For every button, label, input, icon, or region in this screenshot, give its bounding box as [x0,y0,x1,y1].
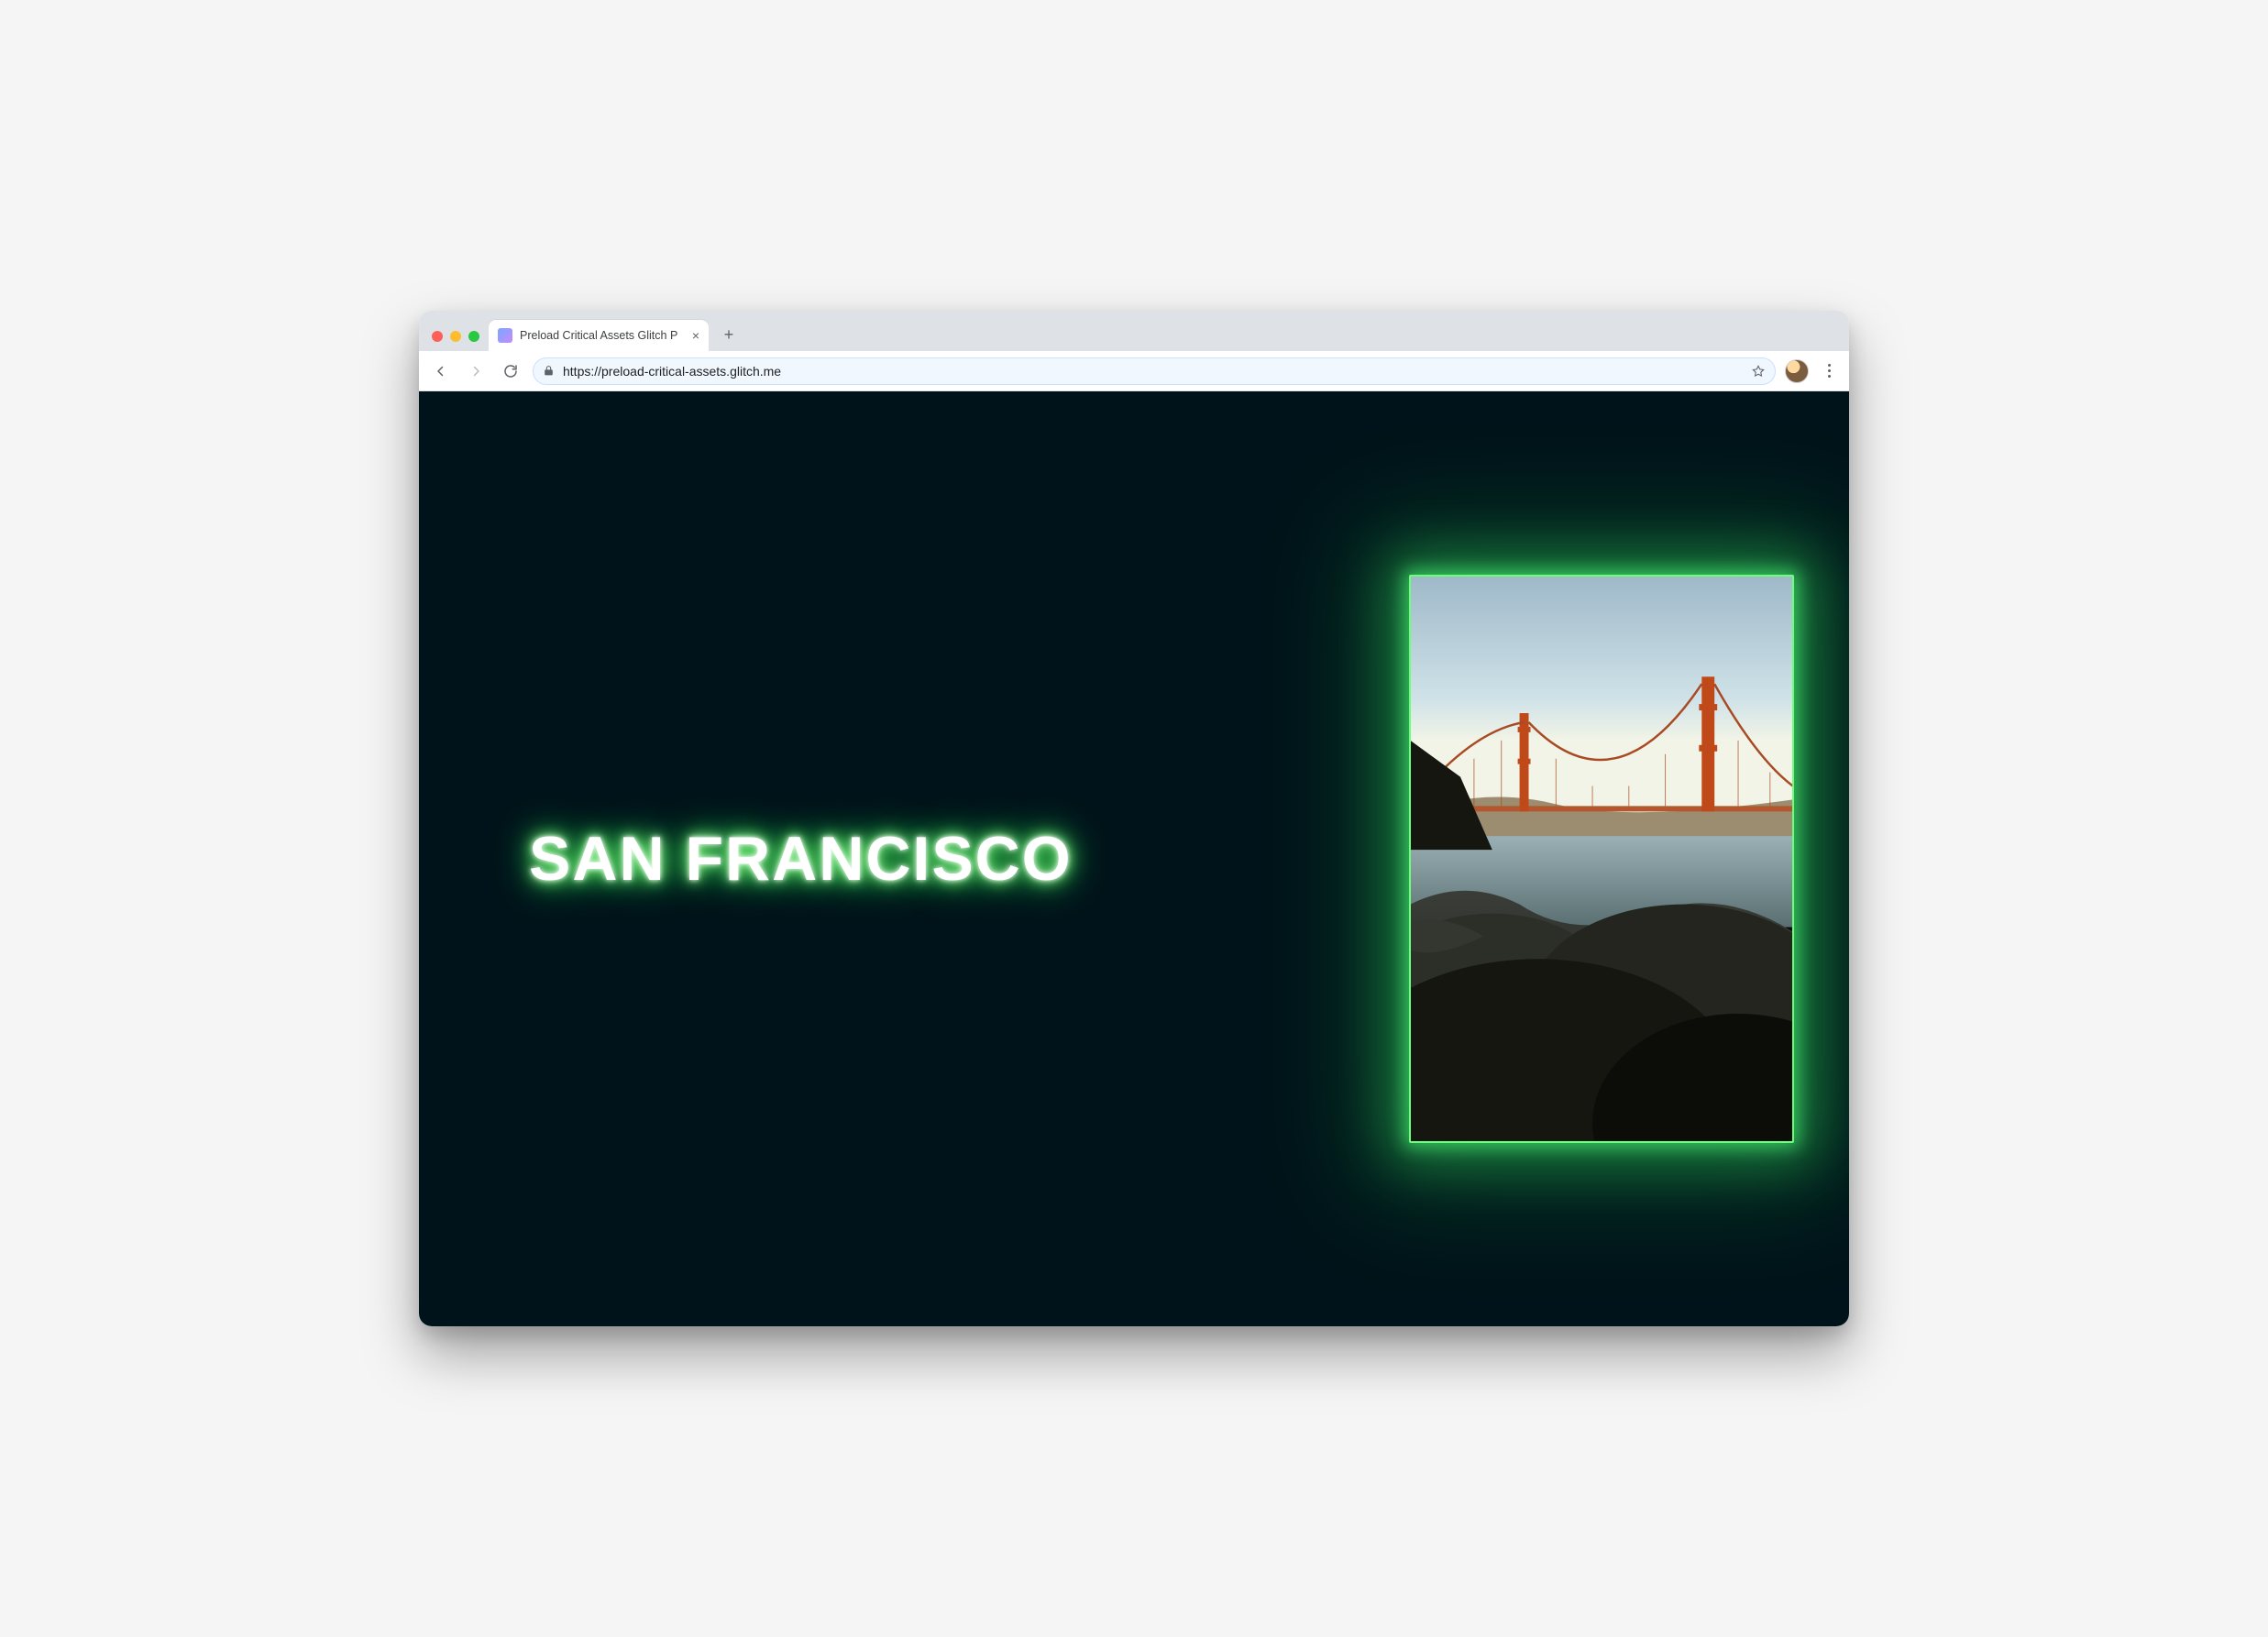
lock-icon [543,365,556,377]
browser-window: Preload Critical Assets Glitch P × + htt… [419,311,1849,1326]
kebab-dot-icon [1828,375,1831,378]
star-icon [1751,364,1766,379]
tab-strip: Preload Critical Assets Glitch P × + [419,311,1849,351]
bookmark-button[interactable] [1751,364,1766,379]
tab-close-icon[interactable]: × [692,329,699,342]
address-bar-url: https://preload-critical-assets.glitch.m… [563,364,1744,379]
window-close-button[interactable] [432,331,443,342]
reload-button[interactable] [498,358,523,384]
browser-toolbar: https://preload-critical-assets.glitch.m… [419,351,1849,391]
new-tab-button[interactable]: + [716,322,742,347]
page-headline: SAN FRANCISCO [529,823,1073,895]
tab-favicon-icon [498,328,512,343]
arrow-left-icon [433,363,449,379]
browser-menu-button[interactable] [1818,364,1840,378]
content-right [1409,575,1794,1143]
content-left: SAN FRANCISCO [474,823,1372,895]
back-button[interactable] [428,358,454,384]
browser-tab-active[interactable]: Preload Critical Assets Glitch P × [489,320,709,351]
forward-button[interactable] [463,358,489,384]
hero-image [1409,575,1794,1143]
window-maximize-button[interactable] [468,331,479,342]
arrow-right-icon [468,363,484,379]
profile-avatar[interactable] [1785,359,1809,383]
golden-gate-illustration [1411,577,1792,1141]
window-minimize-button[interactable] [450,331,461,342]
kebab-dot-icon [1828,364,1831,367]
tab-title: Preload Critical Assets Glitch P [520,329,685,342]
kebab-dot-icon [1828,369,1831,372]
window-controls [426,331,489,351]
reload-icon [502,363,519,379]
address-bar[interactable]: https://preload-critical-assets.glitch.m… [533,357,1776,385]
page-viewport: SAN FRANCISCO [419,391,1849,1326]
